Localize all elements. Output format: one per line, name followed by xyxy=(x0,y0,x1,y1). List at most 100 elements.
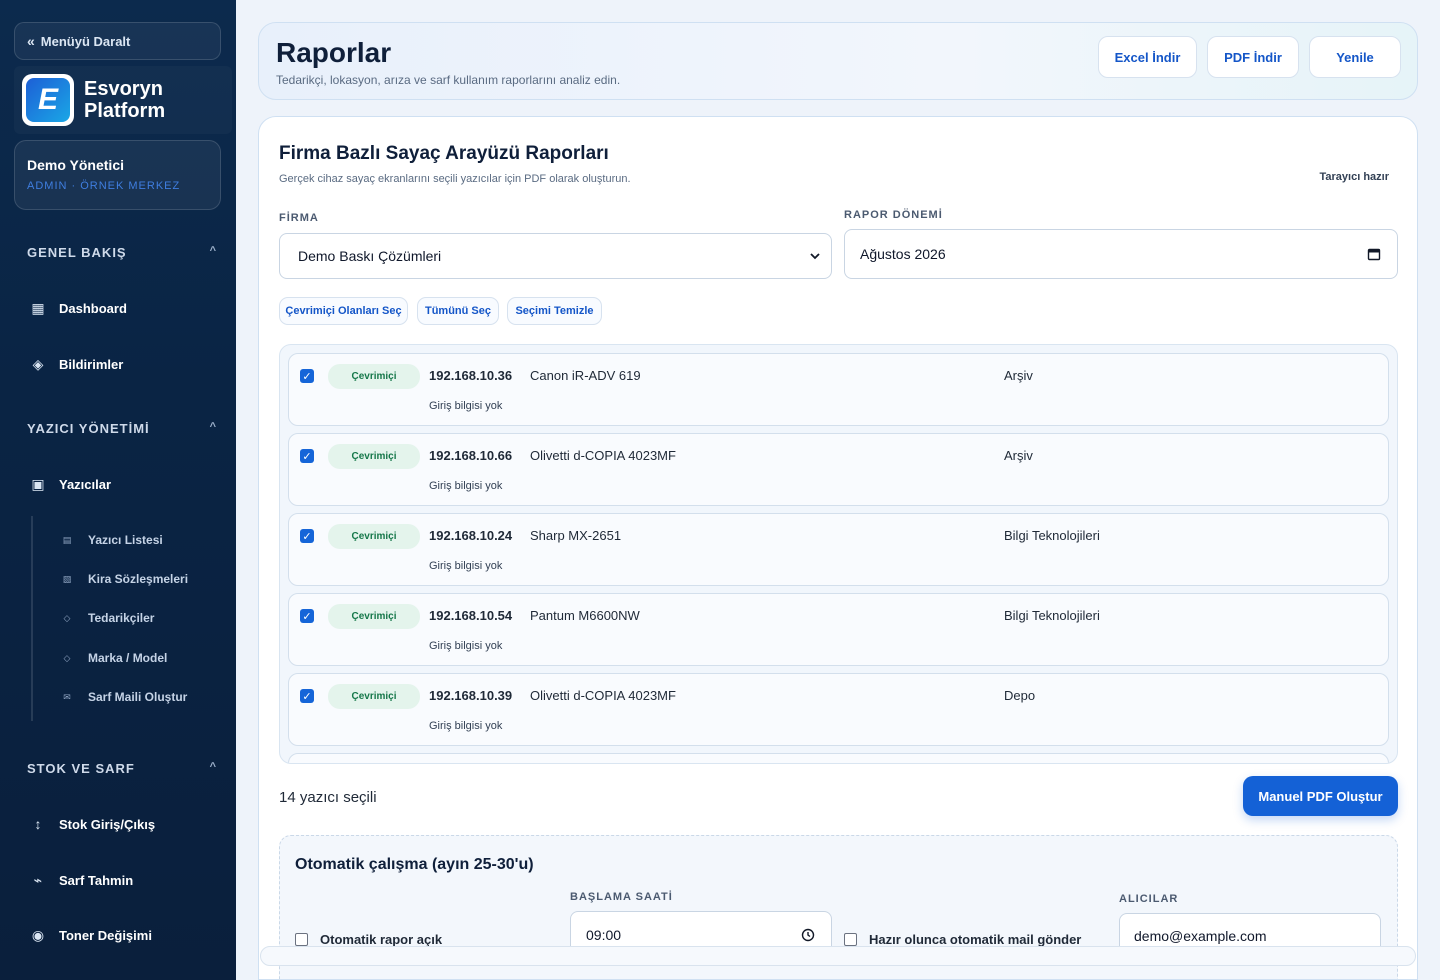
diamond-icon: ◈ xyxy=(32,356,44,372)
firma-select[interactable]: Demo Baskı Çözümleri xyxy=(279,233,832,279)
diamond-outline-icon: ◇ xyxy=(63,612,71,623)
caret-up-icon: ^ xyxy=(209,245,217,257)
browser-status: Tarayıcı hazır xyxy=(1319,171,1390,183)
recipients-label: ALICILAR xyxy=(1119,893,1179,905)
checkbox[interactable] xyxy=(844,933,857,946)
page-header: Raporlar Tedarikçi, lokasyon, arıza ve s… xyxy=(258,22,1418,100)
table-row[interactable]: ✓ Çevrimiçi 192.168.10.24 Sharp MX-2651 … xyxy=(288,513,1389,586)
printer-login: Giriş bilgisi yok xyxy=(429,720,503,732)
double-chevron-left-icon: « xyxy=(27,33,35,49)
sidebar-subitem-printer-list[interactable]: ▤ Yazıcı Listesi xyxy=(62,533,163,547)
period-value: Ağustos 2026 xyxy=(860,246,946,262)
period-label: RAPOR DÖNEMİ xyxy=(844,209,943,221)
sidebar-subitem-rental-contracts[interactable]: ▧ Kira Sözleşmeleri xyxy=(62,572,188,586)
sidebar-item-toner-change[interactable]: ◉ Toner Değişimi xyxy=(30,927,152,944)
table-row[interactable]: ✓ Çevrimiçi 192.168.10.54 Pantum M6600NW… xyxy=(288,593,1389,666)
report-subtitle: Gerçek cihaz sayaç ekranlarını seçili ya… xyxy=(279,173,631,185)
section-yazici-yonetimi[interactable]: YAZICI YÖNETİMİ ^ xyxy=(27,421,217,436)
section-genel-bakis[interactable]: GENEL BAKIŞ ^ xyxy=(27,245,217,260)
row-checkbox[interactable]: ✓ xyxy=(300,369,314,383)
collapse-menu-button[interactable]: « Menüyü Daralt xyxy=(14,22,221,60)
subnav-line xyxy=(31,516,33,721)
selected-count: 14 yazıcı seçili xyxy=(279,789,377,806)
start-time-value: 09:00 xyxy=(586,927,622,943)
printer-login: Giriş bilgisi yok xyxy=(429,400,503,412)
printer-icon: ▣ xyxy=(31,476,45,492)
printer-model: Canon iR-ADV 619 xyxy=(530,368,641,383)
table-row[interactable]: ✓ Çevrimiçi 192.168.10.36 Canon iR-ADV 6… xyxy=(288,353,1389,426)
sidebar-subitem-supply-mail[interactable]: ✉ Sarf Maili Oluştur xyxy=(62,690,187,704)
select-online-button[interactable]: Çevrimiçi Olanları Seç xyxy=(279,297,408,325)
period-input[interactable]: Ağustos 2026 xyxy=(844,229,1398,279)
status-badge: Çevrimiçi xyxy=(328,604,420,629)
report-title: Firma Bazlı Sayaç Arayüzü Raporları xyxy=(279,143,609,164)
table-row[interactable] xyxy=(288,753,1389,763)
sidebar-subitem-brand-model[interactable]: ◇ Marka / Model xyxy=(62,651,168,665)
sidebar-item-dashboard[interactable]: ▦ Dashboard xyxy=(30,300,127,317)
page-subtitle: Tedarikçi, lokasyon, arıza ve sarf kulla… xyxy=(276,73,621,87)
printer-ip: 192.168.10.24 xyxy=(429,528,513,543)
row-checkbox[interactable]: ✓ xyxy=(300,449,314,463)
status-badge: Çevrimiçi xyxy=(328,364,420,389)
brand[interactable]: E Esvoryn Platform xyxy=(14,66,232,134)
user-card[interactable]: Demo Yönetici ADMIN · ÖRNEK MERKEZ xyxy=(14,140,221,210)
row-checkbox[interactable]: ✓ xyxy=(300,529,314,543)
printer-model: Olivetti d-COPIA 4023MF xyxy=(530,448,676,463)
status-badge: Çevrimiçi xyxy=(328,444,420,469)
brand-name: Esvoryn Platform xyxy=(84,78,166,122)
printer-model: Pantum M6600NW xyxy=(530,608,640,623)
list-icon: ▤ xyxy=(62,534,72,545)
caret-up-icon: ^ xyxy=(209,421,217,433)
sidebar-item-notifications[interactable]: ◈ Bildirimler xyxy=(30,356,124,373)
sidebar-item-stock-io[interactable]: ↕ Stok Giriş/Çıkış xyxy=(30,816,156,832)
printer-location: Arşiv xyxy=(1004,448,1033,463)
diamond-outline-icon: ◇ xyxy=(63,652,71,663)
calendar-icon xyxy=(1367,248,1381,261)
section-stok-ve-sarf[interactable]: STOK VE SARF ^ xyxy=(27,761,217,776)
printer-login: Giriş bilgisi yok xyxy=(429,560,503,572)
printer-model: Olivetti d-COPIA 4023MF xyxy=(530,688,676,703)
sidebar-item-supply-forecast[interactable]: ⌁ Sarf Tahmin xyxy=(30,872,133,889)
table-row[interactable]: ✓ Çevrimiçi 192.168.10.66 Olivetti d-COP… xyxy=(288,433,1389,506)
printer-ip: 192.168.10.39 xyxy=(429,688,513,703)
firma-value: Demo Baskı Çözümleri xyxy=(298,248,442,264)
printer-list: ✓ Çevrimiçi 192.168.10.36 Canon iR-ADV 6… xyxy=(279,344,1398,764)
horizontal-scrollbar[interactable] xyxy=(260,946,1416,966)
select-all-button[interactable]: Tümünü Seç xyxy=(417,297,499,325)
printer-ip: 192.168.10.54 xyxy=(429,608,513,623)
manual-pdf-button[interactable]: Manuel PDF Oluştur xyxy=(1243,776,1398,816)
printer-location: Bilgi Teknolojileri xyxy=(1004,528,1100,543)
printer-login: Giriş bilgisi yok xyxy=(429,640,503,652)
mail-icon: ✉ xyxy=(63,691,71,702)
user-role: ADMIN · ÖRNEK MERKEZ xyxy=(27,180,181,192)
caret-up-icon: ^ xyxy=(209,761,217,773)
row-checkbox[interactable]: ✓ xyxy=(300,609,314,623)
printer-ip: 192.168.10.66 xyxy=(429,448,513,463)
auto-run-title: Otomatik çalışma (ayın 25-30'u) xyxy=(295,856,534,873)
collapse-menu-label: Menüyü Daralt xyxy=(40,33,131,49)
row-checkbox[interactable]: ✓ xyxy=(300,689,314,703)
checkbox[interactable] xyxy=(295,933,308,946)
start-time-label: BAŞLAMA SAATİ xyxy=(570,891,673,903)
sidebar-subitem-suppliers[interactable]: ◇ Tedarikçiler xyxy=(62,611,155,625)
user-name: Demo Yönetici xyxy=(27,157,124,173)
clock-icon xyxy=(801,928,815,942)
refresh-button[interactable]: Yenile xyxy=(1309,36,1401,78)
up-down-arrow-icon: ↕ xyxy=(34,816,42,832)
sidebar-item-printers[interactable]: ▣ Yazıcılar xyxy=(30,476,111,493)
printer-ip: 192.168.10.36 xyxy=(429,368,513,383)
report-card: Firma Bazlı Sayaç Arayüzü Raporları Gerç… xyxy=(258,116,1418,980)
printer-location: Depo xyxy=(1004,688,1036,703)
contract-icon: ▧ xyxy=(62,573,72,584)
printer-location: Bilgi Teknolojileri xyxy=(1004,608,1100,623)
pdf-download-button[interactable]: PDF İndir xyxy=(1207,36,1299,78)
clear-selection-button[interactable]: Seçimi Temizle xyxy=(507,297,602,325)
page-title: Raporlar xyxy=(276,37,392,68)
auto-mail-toggle[interactable]: Hazır olunca otomatik mail gönder xyxy=(844,932,1081,947)
printer-model: Sharp MX-2651 xyxy=(530,528,622,543)
table-row[interactable]: ✓ Çevrimiçi 192.168.10.39 Olivetti d-COP… xyxy=(288,673,1389,746)
auto-report-toggle[interactable]: Otomatik rapor açık xyxy=(295,932,442,947)
grid-icon: ▦ xyxy=(31,300,45,316)
excel-download-button[interactable]: Excel İndir xyxy=(1098,36,1197,78)
printer-login: Giriş bilgisi yok xyxy=(429,480,503,492)
